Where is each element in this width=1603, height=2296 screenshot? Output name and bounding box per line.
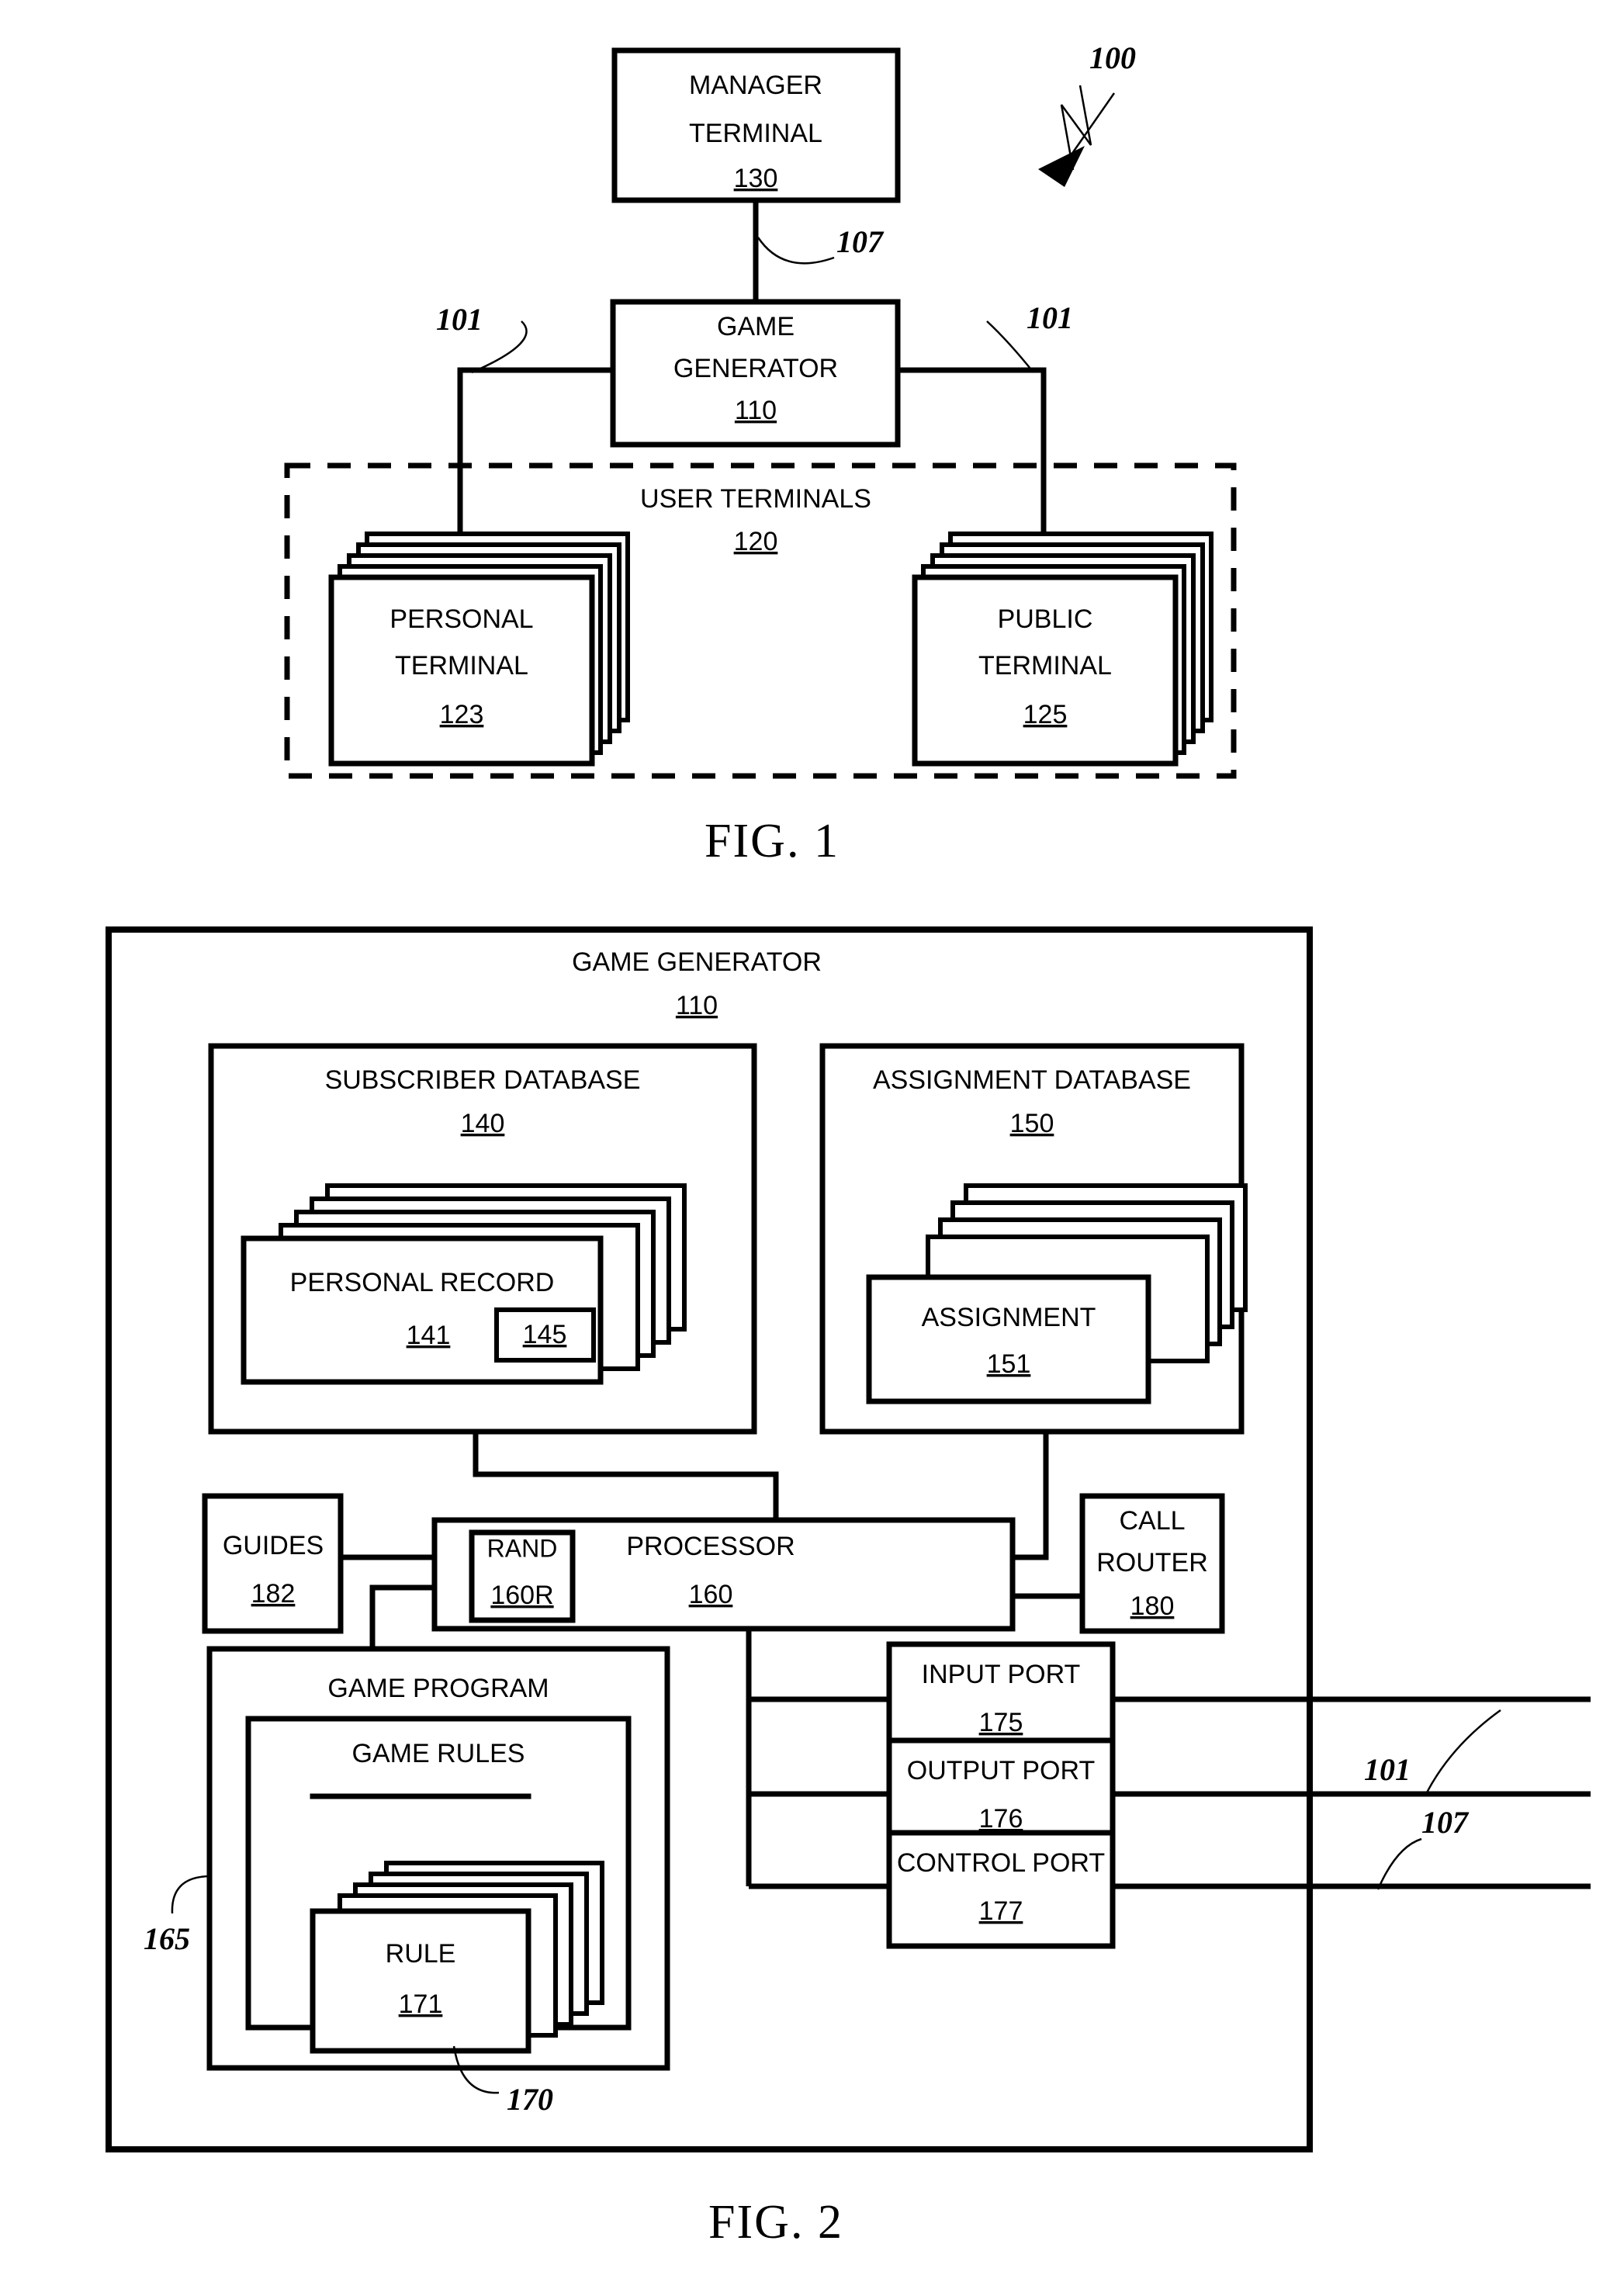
guides-ref: 182 <box>251 1579 296 1609</box>
game-generator-label-1: GAME <box>717 312 795 341</box>
output-port-label: OUTPUT PORT <box>907 1756 1095 1785</box>
ref-107-leader <box>756 237 835 265</box>
manager-terminal-ref: 130 <box>734 164 778 193</box>
public-terminal-stack: PUBLIC TERMINAL 125 <box>912 532 1214 767</box>
game-rules-label: GAME RULES <box>352 1739 525 1768</box>
ref-101-fig2: 101 <box>1364 1752 1411 1787</box>
rand-ref: 160R <box>490 1581 553 1610</box>
subscriber-database-label: SUBSCRIBER DATABASE <box>325 1065 641 1095</box>
assignment-database-label: ASSIGNMENT DATABASE <box>873 1065 1191 1095</box>
figure-2: GAME GENERATOR 110 SUBSCRIBER DATABASE 1… <box>106 926 1591 2249</box>
call-router-ref: 180 <box>1130 1591 1175 1621</box>
public-terminal-label-1: PUBLIC <box>998 604 1093 634</box>
assignment-box <box>866 1274 1151 1404</box>
manager-terminal-label-1: MANAGER <box>689 71 822 100</box>
figure-2-caption: FIG. 2 <box>708 2196 843 2249</box>
ref-101-fig2-leader <box>1425 1709 1501 1795</box>
control-port-label: CONTROL PORT <box>897 1848 1105 1878</box>
personal-terminal-label-1: PERSONAL <box>389 604 533 634</box>
subscriber-database-ref: 140 <box>461 1109 505 1138</box>
public-terminal-label-2: TERMINAL <box>978 651 1112 680</box>
guides-label: GUIDES <box>223 1531 324 1560</box>
output-port-ref: 176 <box>979 1804 1023 1834</box>
user-terminals-label: USER TERMINALS <box>640 484 871 514</box>
game-generator-ref-fig2: 110 <box>676 991 718 1020</box>
processor-label: PROCESSOR <box>626 1532 795 1561</box>
control-port-ref: 177 <box>979 1896 1023 1926</box>
game-program-label: GAME PROGRAM <box>327 1674 549 1703</box>
wire-processor-to-game-program <box>369 1584 435 1649</box>
public-terminal-ref: 125 <box>1023 700 1068 729</box>
system-ref-100-leader <box>1038 85 1116 187</box>
ref-165-leader <box>171 1875 209 1914</box>
input-port-label: INPUT PORT <box>922 1660 1081 1689</box>
rule-label: RULE <box>386 1939 456 1969</box>
wire-assignment-db-to-processor <box>1013 1432 1049 1560</box>
assignment-label: ASSIGNMENT <box>922 1303 1096 1332</box>
game-generator-label-fig2: GAME GENERATOR <box>572 947 822 977</box>
ref-101-left: 101 <box>436 302 483 337</box>
personal-record-stack: PERSONAL RECORD 141 145 <box>241 1183 687 1385</box>
figure-1-caption: FIG. 1 <box>705 815 840 867</box>
input-port-ref: 175 <box>979 1708 1023 1737</box>
personal-record-label: PERSONAL RECORD <box>290 1268 555 1297</box>
personal-terminal-label-2: TERMINAL <box>395 651 528 680</box>
game-generator-label-2: GENERATOR <box>673 354 838 383</box>
ref-101-right: 101 <box>1027 300 1073 335</box>
rand-label: RAND <box>487 1534 558 1562</box>
personal-record-ref: 141 <box>407 1321 451 1350</box>
ref-107-fig2-leader <box>1376 1837 1422 1890</box>
game-generator-ref-fig1: 110 <box>735 396 777 425</box>
rule-ref: 171 <box>399 1990 443 2019</box>
call-router-label-1: CALL <box>1119 1506 1185 1536</box>
personal-record-field-ref: 145 <box>523 1320 567 1349</box>
call-router-label-2: ROUTER <box>1096 1548 1208 1577</box>
patent-drawing-sheet: 100 107 MANAGER TERMINAL 130 101 101 GAM… <box>0 0 1603 2296</box>
ref-107-fig1: 107 <box>836 224 885 259</box>
system-ref-100: 100 <box>1089 40 1136 75</box>
personal-terminal-ref: 123 <box>440 700 484 729</box>
figure-1: 100 107 MANAGER TERMINAL 130 101 101 GAM… <box>284 40 1237 867</box>
manager-terminal-label-2: TERMINAL <box>689 119 822 148</box>
personal-terminal-stack: PERSONAL TERMINAL 123 <box>328 532 630 767</box>
assignment-database-ref: 150 <box>1010 1109 1054 1138</box>
processor-ref: 160 <box>689 1580 733 1609</box>
ref-165: 165 <box>144 1921 190 1956</box>
user-terminals-ref: 120 <box>734 527 778 556</box>
assignment-ref: 151 <box>987 1349 1031 1379</box>
ref-170: 170 <box>507 2082 553 2117</box>
ref-107-fig2: 107 <box>1421 1805 1470 1840</box>
wire-subscriber-db-to-processor <box>473 1432 779 1520</box>
